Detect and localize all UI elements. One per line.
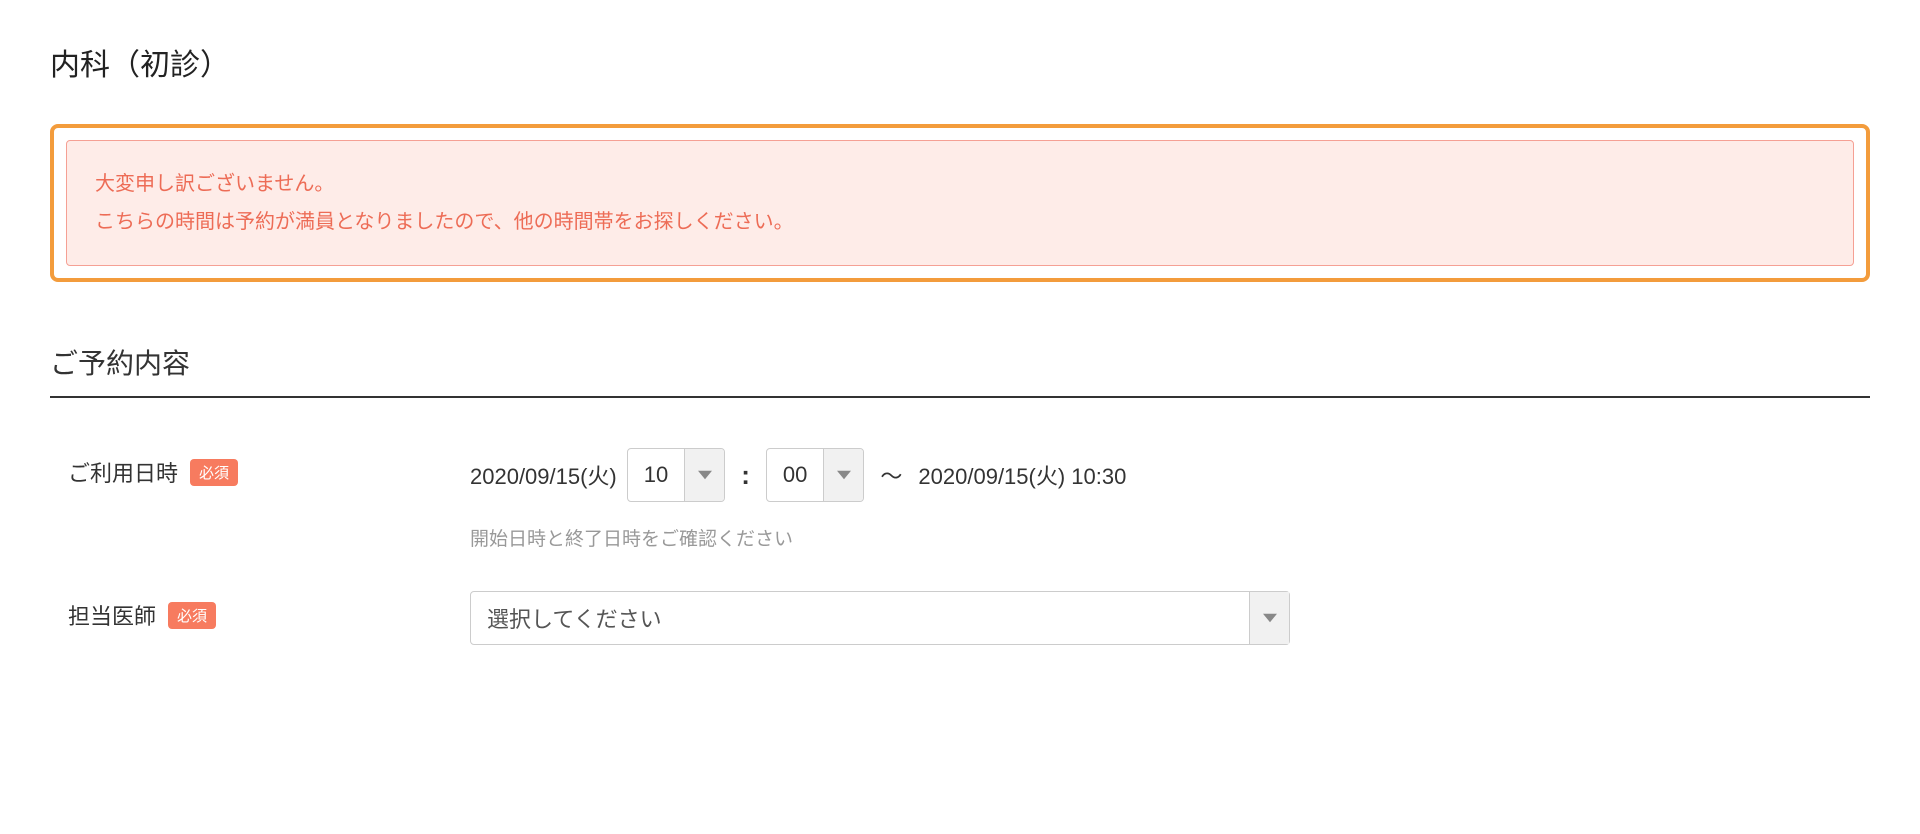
doctor-select[interactable]: 選択してください bbox=[470, 591, 1290, 645]
required-badge: 必須 bbox=[168, 602, 216, 629]
datetime-label-text: ご利用日時 bbox=[68, 456, 178, 488]
page-title: 内科（初診） bbox=[50, 40, 1870, 84]
form-label-doctor: 担当医師 必須 bbox=[50, 591, 470, 631]
doctor-select-placeholder: 選択してください bbox=[471, 592, 1249, 644]
datetime-controls: 2020/09/15(火) 10 : 00 〜 2020/09/15(火) 10… bbox=[470, 448, 1870, 502]
minute-select[interactable]: 00 bbox=[766, 448, 864, 502]
start-date-text: 2020/09/15(火) bbox=[470, 459, 617, 491]
alert-line-1: 大変申し訳ございません。 bbox=[95, 165, 1825, 203]
alert-box: 大変申し訳ございません。 こちらの時間は予約が満員となりましたので、他の時間帯を… bbox=[66, 140, 1854, 266]
chevron-down-icon bbox=[698, 468, 712, 482]
alert-line-2: こちらの時間は予約が満員となりましたので、他の時間帯をお探しください。 bbox=[95, 203, 1825, 241]
end-datetime-text: 2020/09/15(火) 10:30 bbox=[918, 459, 1126, 491]
section-title-reservation: ご予約内容 bbox=[50, 342, 1870, 398]
doctor-select-arrow[interactable] bbox=[1249, 592, 1289, 644]
hour-select-arrow[interactable] bbox=[684, 449, 724, 501]
form-row-datetime: ご利用日時 必須 2020/09/15(火) 10 : 00 〜 2020/09… bbox=[50, 448, 1870, 551]
doctor-label-text: 担当医師 bbox=[68, 599, 156, 631]
alert-highlight-wrapper: 大変申し訳ございません。 こちらの時間は予約が満員となりましたので、他の時間帯を… bbox=[50, 124, 1870, 282]
hour-select[interactable]: 10 bbox=[627, 448, 725, 502]
form-row-doctor: 担当医師 必須 選択してください bbox=[50, 591, 1870, 645]
required-badge: 必須 bbox=[190, 459, 238, 486]
minute-select-value: 00 bbox=[767, 449, 823, 501]
form-label-datetime: ご利用日時 必須 bbox=[50, 448, 470, 488]
datetime-range-separator: 〜 bbox=[874, 459, 908, 491]
datetime-helper-text: 開始日時と終了日時をご確認ください bbox=[470, 524, 1870, 551]
chevron-down-icon bbox=[837, 468, 851, 482]
minute-select-arrow[interactable] bbox=[823, 449, 863, 501]
chevron-down-icon bbox=[1263, 611, 1277, 625]
hour-select-value: 10 bbox=[628, 449, 684, 501]
time-colon: : bbox=[735, 460, 756, 491]
